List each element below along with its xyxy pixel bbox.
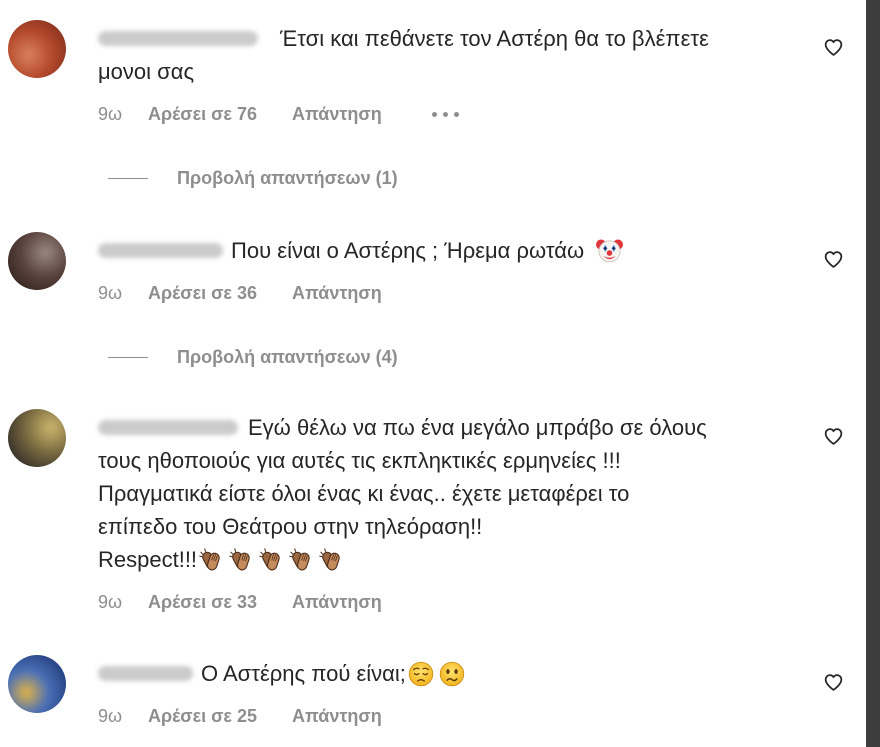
comment-line: Ο Αστέρης πού είναι;	[98, 657, 866, 690]
clown-face-icon	[596, 237, 624, 264]
heart-outline-icon[interactable]	[823, 37, 844, 58]
replies-divider	[108, 356, 148, 358]
clapping-hands-icon	[227, 546, 255, 574]
timestamp[interactable]: 9ω	[98, 102, 148, 126]
comment-line-text: Που είναι ο Αστέρης ; Ήρεμα ρωτάω	[231, 238, 585, 263]
comment-line-text: τους ηθοποιούς για αυτές τις εκπληκτικές…	[98, 448, 621, 473]
reply-button[interactable]: Απάντηση	[292, 281, 432, 305]
comment-line-text: Έτσι και πεθάνετε τον Αστέρη θα το βλέπε…	[280, 26, 709, 51]
likes-count[interactable]: Αρέσει σε 33	[148, 590, 292, 614]
comment-body: Έτσι και πεθάνετε τον Αστέρη θα το βλέπε…	[98, 22, 866, 190]
avatar[interactable]	[8, 409, 66, 467]
avatar[interactable]	[8, 655, 66, 713]
comment-line: Εγώ θέλω να πω ένα μεγάλο μπράβο σε όλου…	[98, 411, 866, 444]
username-blurred[interactable]	[98, 242, 223, 258]
comment-line-text: Πραγματικά είστε όλοι ένας κι ένας.. έχε…	[98, 481, 630, 506]
comment-body: Εγώ θέλω να πω ένα μεγάλο μπράβο σε όλου…	[98, 411, 866, 614]
pensive-face-icon	[408, 661, 434, 687]
comment-body: Ο Αστέρης πού είναι; 9ω Αρέσει σε 25 Απά…	[98, 657, 866, 728]
clapping-hands-icon	[257, 546, 285, 574]
comment-line-text: Respect!!!	[98, 547, 198, 572]
comment-text: Ο Αστέρης πού είναι;	[98, 657, 866, 690]
avatar-image	[8, 409, 66, 467]
comment-line-text: Ο Αστέρης πού είναι;	[201, 661, 406, 686]
view-replies-button[interactable]: Προβολή απαντήσεων (1)	[98, 166, 866, 190]
clapping-hands-icon	[197, 546, 225, 574]
more-options-icon[interactable]	[432, 102, 459, 126]
window-edge	[866, 0, 880, 747]
timestamp[interactable]: 9ω	[98, 281, 148, 305]
reply-button[interactable]: Απάντηση	[292, 590, 432, 614]
likes-count[interactable]: Αρέσει σε 36	[148, 281, 292, 305]
avatar[interactable]	[8, 20, 66, 78]
timestamp[interactable]: 9ω	[98, 704, 148, 728]
view-replies-button[interactable]: Προβολή απαντήσεων (4)	[98, 345, 866, 369]
comment-meta: 9ω Αρέσει σε 36 Απάντηση	[98, 281, 866, 305]
reply-button[interactable]: Απάντηση	[292, 102, 432, 126]
comment: Που είναι ο Αστέρης ; Ήρεμα ρωτάω 9ω Αρέ…	[0, 232, 866, 369]
avatar-image	[8, 655, 66, 713]
dot	[454, 111, 459, 117]
comment-text: Εγώ θέλω να πω ένα μεγάλο μπράβο σε όλου…	[98, 411, 866, 576]
timestamp[interactable]: 9ω	[98, 590, 148, 614]
avatar[interactable]	[8, 232, 66, 290]
comment-meta: 9ω Αρέσει σε 25 Απάντηση	[98, 704, 866, 728]
avatar-image	[8, 232, 66, 290]
replies-divider	[108, 177, 148, 179]
comment: Εγώ θέλω να πω ένα μεγάλο μπράβο σε όλου…	[0, 409, 866, 614]
dot	[443, 111, 448, 117]
comment-line: Που είναι ο Αστέρης ; Ήρεμα ρωτάω	[98, 234, 866, 267]
comment-line-text: Εγώ θέλω να πω ένα μεγάλο μπράβο σε όλου…	[248, 415, 707, 440]
comment-meta: 9ω Αρέσει σε 76 Απάντηση	[98, 102, 866, 126]
comment-meta: 9ω Αρέσει σε 33 Απάντηση	[98, 590, 866, 614]
comment-line: Πραγματικά είστε όλοι ένας κι ένας.. έχε…	[98, 477, 866, 510]
likes-count[interactable]: Αρέσει σε 76	[148, 102, 292, 126]
comment-line-text: μονοι σας	[98, 59, 195, 84]
clapping-hands-icon	[287, 546, 315, 574]
comment-text: Που είναι ο Αστέρης ; Ήρεμα ρωτάω	[98, 234, 866, 267]
username-blurred[interactable]	[98, 419, 238, 435]
comment: Έτσι και πεθάνετε τον Αστέρη θα το βλέπε…	[0, 20, 866, 190]
reply-button[interactable]: Απάντηση	[292, 704, 432, 728]
comment-line: επίπεδο του Θεάτρου στην τηλεόραση!!	[98, 510, 866, 543]
username-blurred[interactable]	[98, 30, 258, 46]
comment: Ο Αστέρης πού είναι; 9ω Αρέσει σε 25 Απά…	[0, 655, 866, 728]
heart-outline-icon[interactable]	[823, 426, 844, 447]
dot	[432, 111, 437, 117]
comment-line: Έτσι και πεθάνετε τον Αστέρη θα το βλέπε…	[98, 22, 866, 55]
heart-outline-icon[interactable]	[823, 672, 844, 693]
comment-body: Που είναι ο Αστέρης ; Ήρεμα ρωτάω 9ω Αρέ…	[98, 234, 866, 369]
comment-text: Έτσι και πεθάνετε τον Αστέρη θα το βλέπε…	[98, 22, 866, 88]
username-blurred[interactable]	[98, 665, 193, 681]
avatar-image	[8, 20, 66, 78]
view-replies-label: Προβολή απαντήσεων (1)	[177, 168, 398, 188]
clapping-hands-icon	[317, 546, 345, 574]
heart-outline-icon[interactable]	[823, 249, 844, 270]
view-replies-label: Προβολή απαντήσεων (4)	[177, 347, 398, 367]
comment-line-text: επίπεδο του Θεάτρου στην τηλεόραση!!	[98, 514, 483, 539]
comment-line: Respect!!!	[98, 543, 866, 576]
comment-line: τους ηθοποιούς για αυτές τις εκπληκτικές…	[98, 444, 866, 477]
confused-face-icon	[439, 661, 465, 687]
comment-line: μονοι σας	[98, 55, 866, 88]
likes-count[interactable]: Αρέσει σε 25	[148, 704, 292, 728]
